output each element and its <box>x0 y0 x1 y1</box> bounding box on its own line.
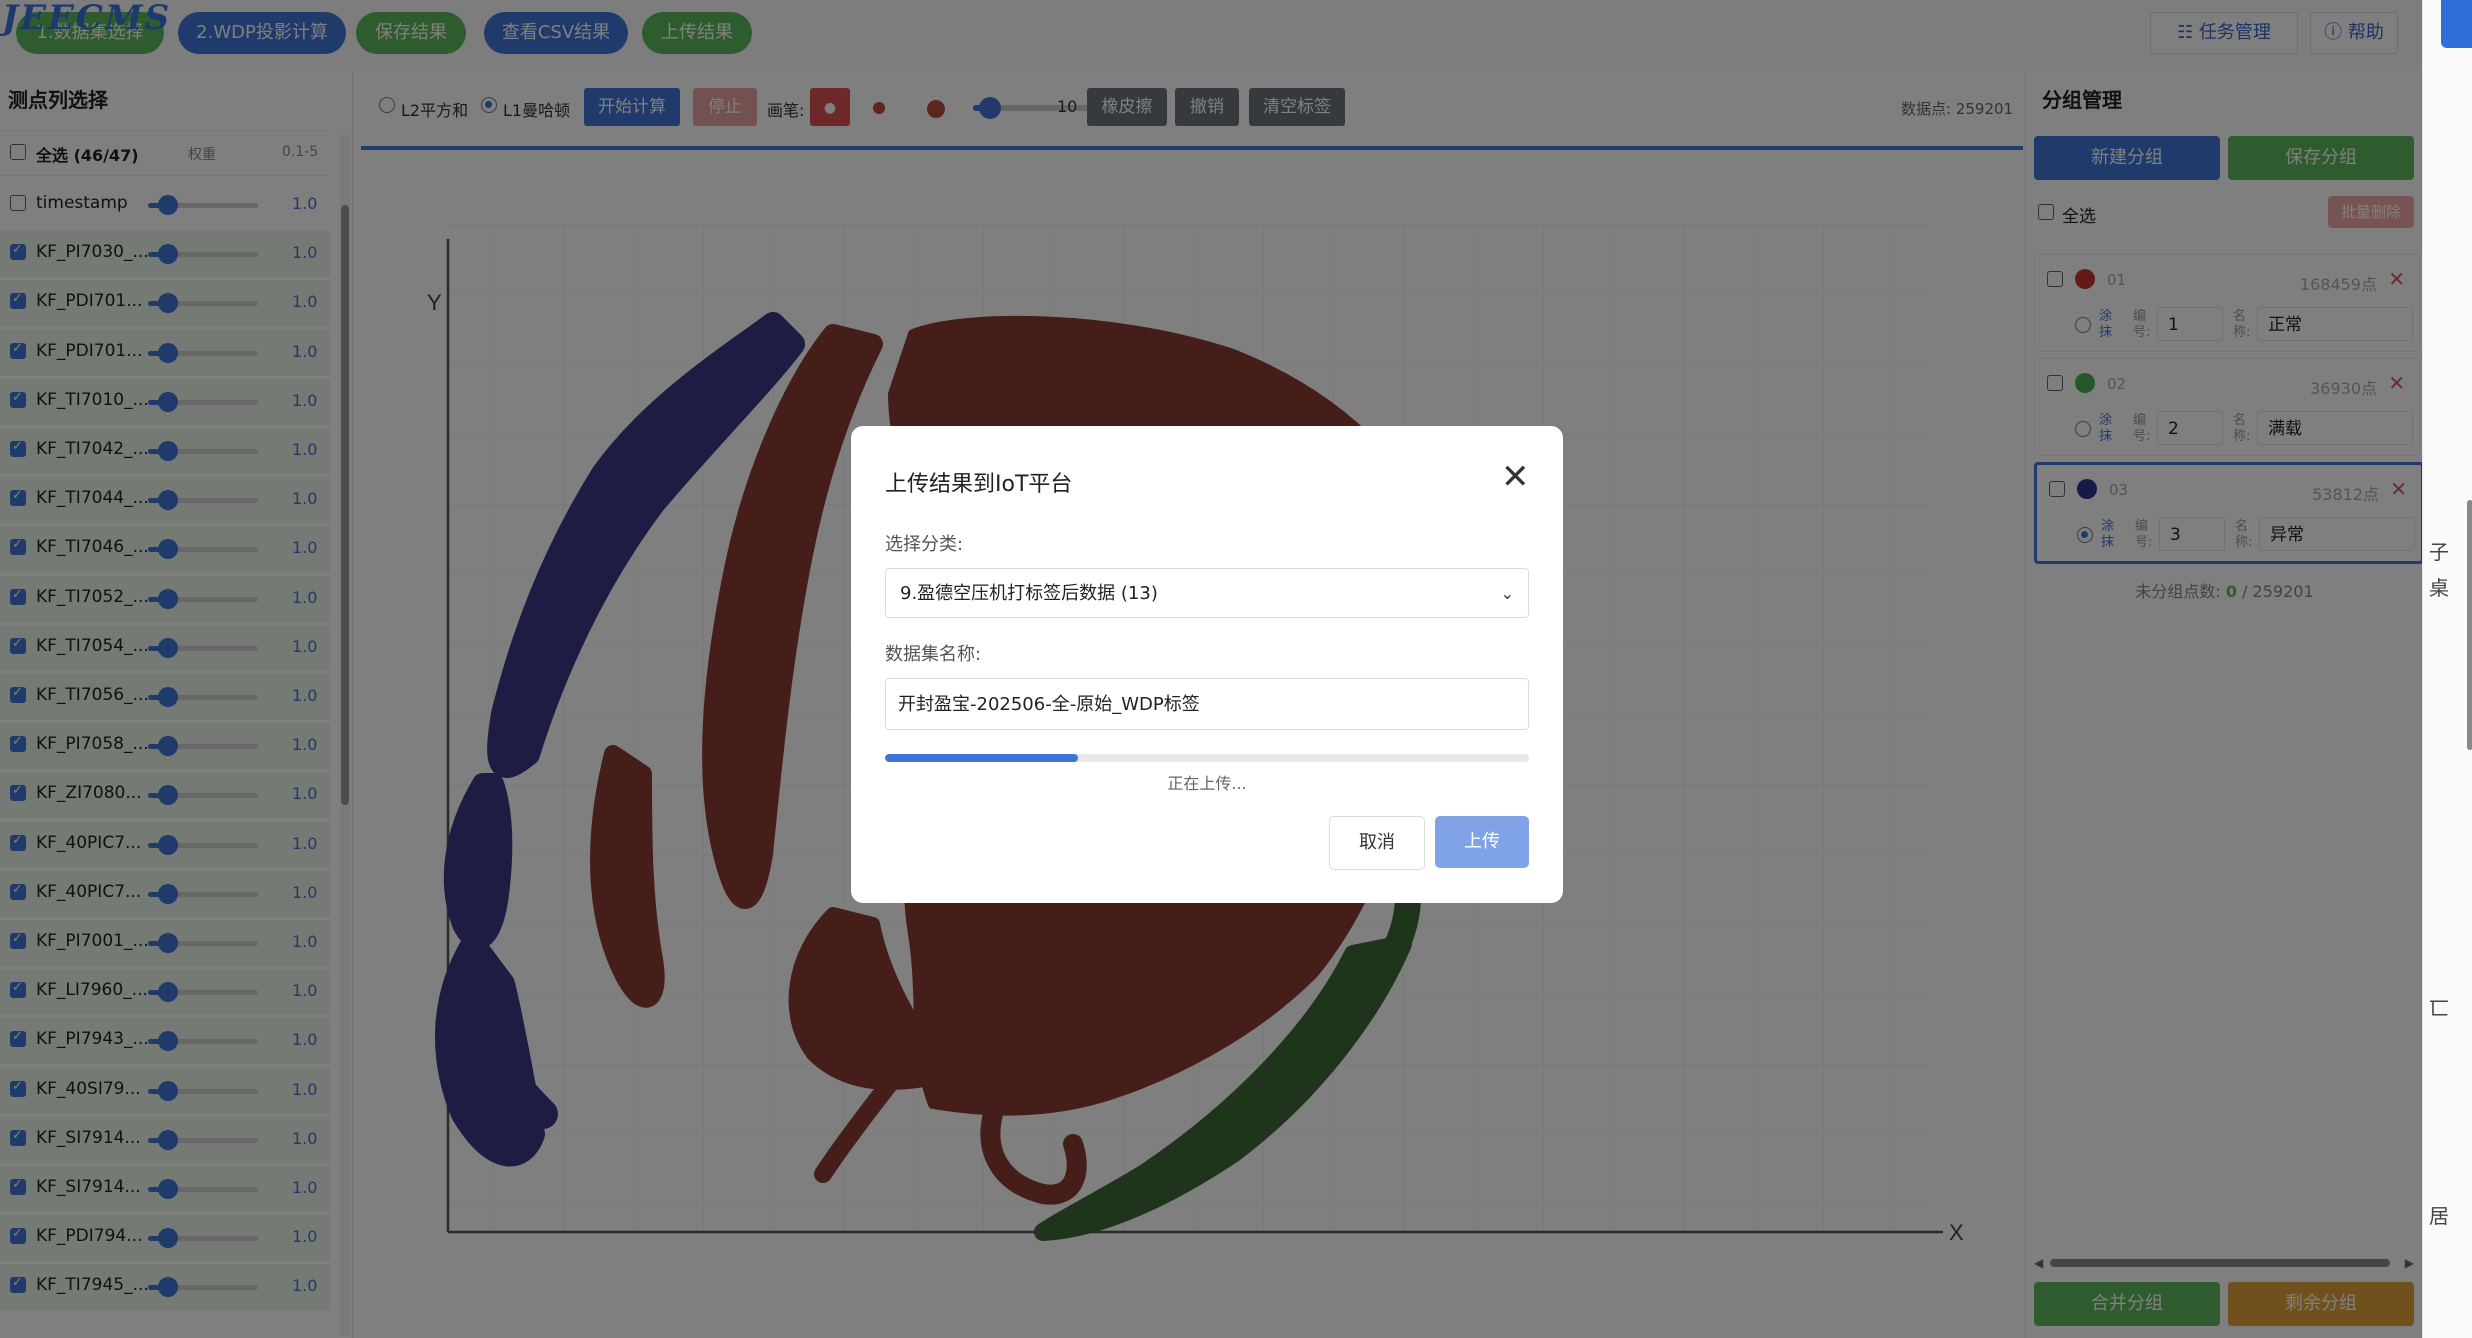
dataset-name-label: 数据集名称: <box>885 644 982 665</box>
side-char: 匸 <box>2429 996 2449 1020</box>
side-char: 居 <box>2429 1204 2449 1228</box>
browser-side-strip: 子 桌 匸 居 <box>2422 0 2472 1338</box>
side-char: 子 <box>2429 540 2449 564</box>
side-tab[interactable] <box>2441 0 2472 48</box>
upload-dialog: 上传结果到IoT平台 ✕ 选择分类: 9.盈德空压机打标签后数据 (13) ⌄ … <box>851 426 1563 903</box>
dialog-title: 上传结果到IoT平台 <box>885 472 1073 497</box>
upload-button[interactable]: 上传 <box>1435 816 1529 868</box>
cancel-button[interactable]: 取消 <box>1329 816 1425 870</box>
upload-progress-bar <box>885 754 1529 762</box>
category-selected-value: 9.盈德空压机打标签后数据 (13) <box>900 583 1158 604</box>
upload-status: 正在上传... <box>1167 774 1247 793</box>
dataset-name-input[interactable]: 开封盈宝-202506-全-原始_WDP标签 <box>885 678 1529 730</box>
close-icon[interactable]: ✕ <box>1501 460 1530 494</box>
upload-progress-fill <box>885 754 1079 762</box>
category-label: 选择分类: <box>885 534 964 555</box>
side-char: 桌 <box>2429 576 2449 600</box>
logo: JEECMS <box>2 0 172 38</box>
page-scrollbar[interactable] <box>2467 500 2472 750</box>
category-select[interactable]: 9.盈德空压机打标签后数据 (13) ⌄ <box>885 568 1529 618</box>
app-window: JEECMS 1.数据集选择 2.WDP投影计算 保存结果 查看CSV结果 上传… <box>0 0 2424 1338</box>
chevron-down-icon: ⌄ <box>1500 584 1514 603</box>
